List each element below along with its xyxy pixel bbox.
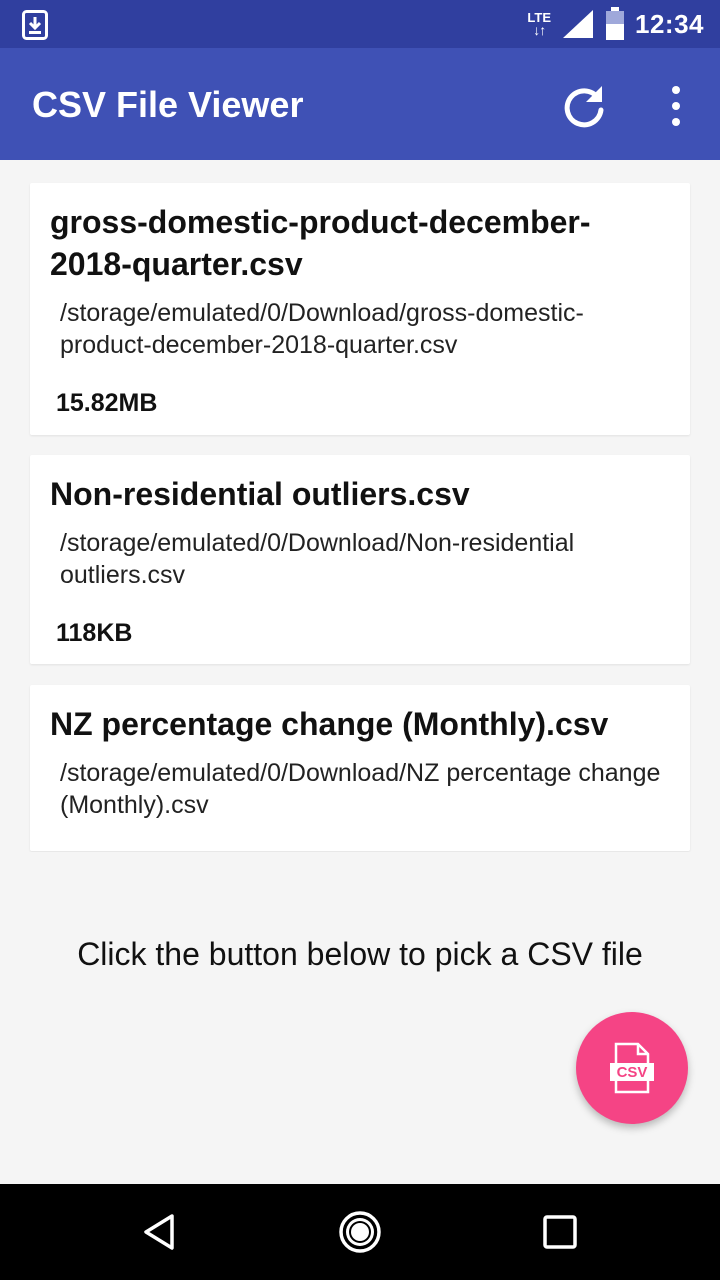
network-indicator: LTE ↓↑ — [527, 11, 551, 38]
app-title: CSV File Viewer — [32, 84, 304, 125]
file-name: gross-domestic-product-december-2018-qua… — [50, 204, 591, 282]
back-icon[interactable] — [136, 1208, 184, 1256]
recents-icon[interactable] — [536, 1208, 584, 1256]
file-path: /storage/emulated/0/Download/NZ percenta… — [60, 759, 661, 819]
file-card[interactable]: gross-domestic-product-december-2018-qua… — [30, 183, 690, 435]
file-size: 118KB — [56, 619, 133, 647]
app-bar: CSV File Viewer — [0, 48, 720, 160]
data-arrows-icon: ↓↑ — [533, 22, 546, 38]
file-name: Non-residential outliers.csv — [50, 476, 470, 512]
signal-icon — [563, 10, 593, 38]
status-bar: LTE ↓↑ 12:34 — [0, 0, 720, 48]
file-path: /storage/emulated/0/Download/Non-residen… — [60, 529, 575, 589]
download-notification-icon — [22, 10, 48, 40]
file-path: /storage/emulated/0/Download/gross-domes… — [60, 299, 584, 359]
pick-csv-button[interactable]: CSV — [576, 1012, 688, 1124]
file-card[interactable]: Non-residential outliers.csv /storage/em… — [30, 455, 690, 664]
file-list: gross-domestic-product-december-2018-qua… — [0, 160, 720, 852]
file-card[interactable]: NZ percentage change (Monthly).csv /stor… — [30, 685, 690, 851]
dot — [672, 86, 680, 94]
battery-icon — [606, 7, 624, 40]
dot — [672, 118, 680, 126]
file-name: NZ percentage change (Monthly).csv — [50, 706, 609, 742]
more-vert-icon[interactable] — [658, 80, 694, 132]
file-size: 15.82MB — [56, 389, 158, 417]
home-icon[interactable] — [336, 1208, 384, 1256]
csv-file-icon: CSV — [610, 1042, 654, 1094]
status-clock: 12:34 — [635, 8, 704, 39]
dot — [672, 102, 680, 110]
csv-label: CSV — [617, 1064, 648, 1081]
pick-file-hint: Click the button below to pick a CSV fil… — [77, 936, 643, 972]
navigation-bar — [0, 1184, 720, 1280]
refresh-icon[interactable] — [558, 80, 610, 132]
